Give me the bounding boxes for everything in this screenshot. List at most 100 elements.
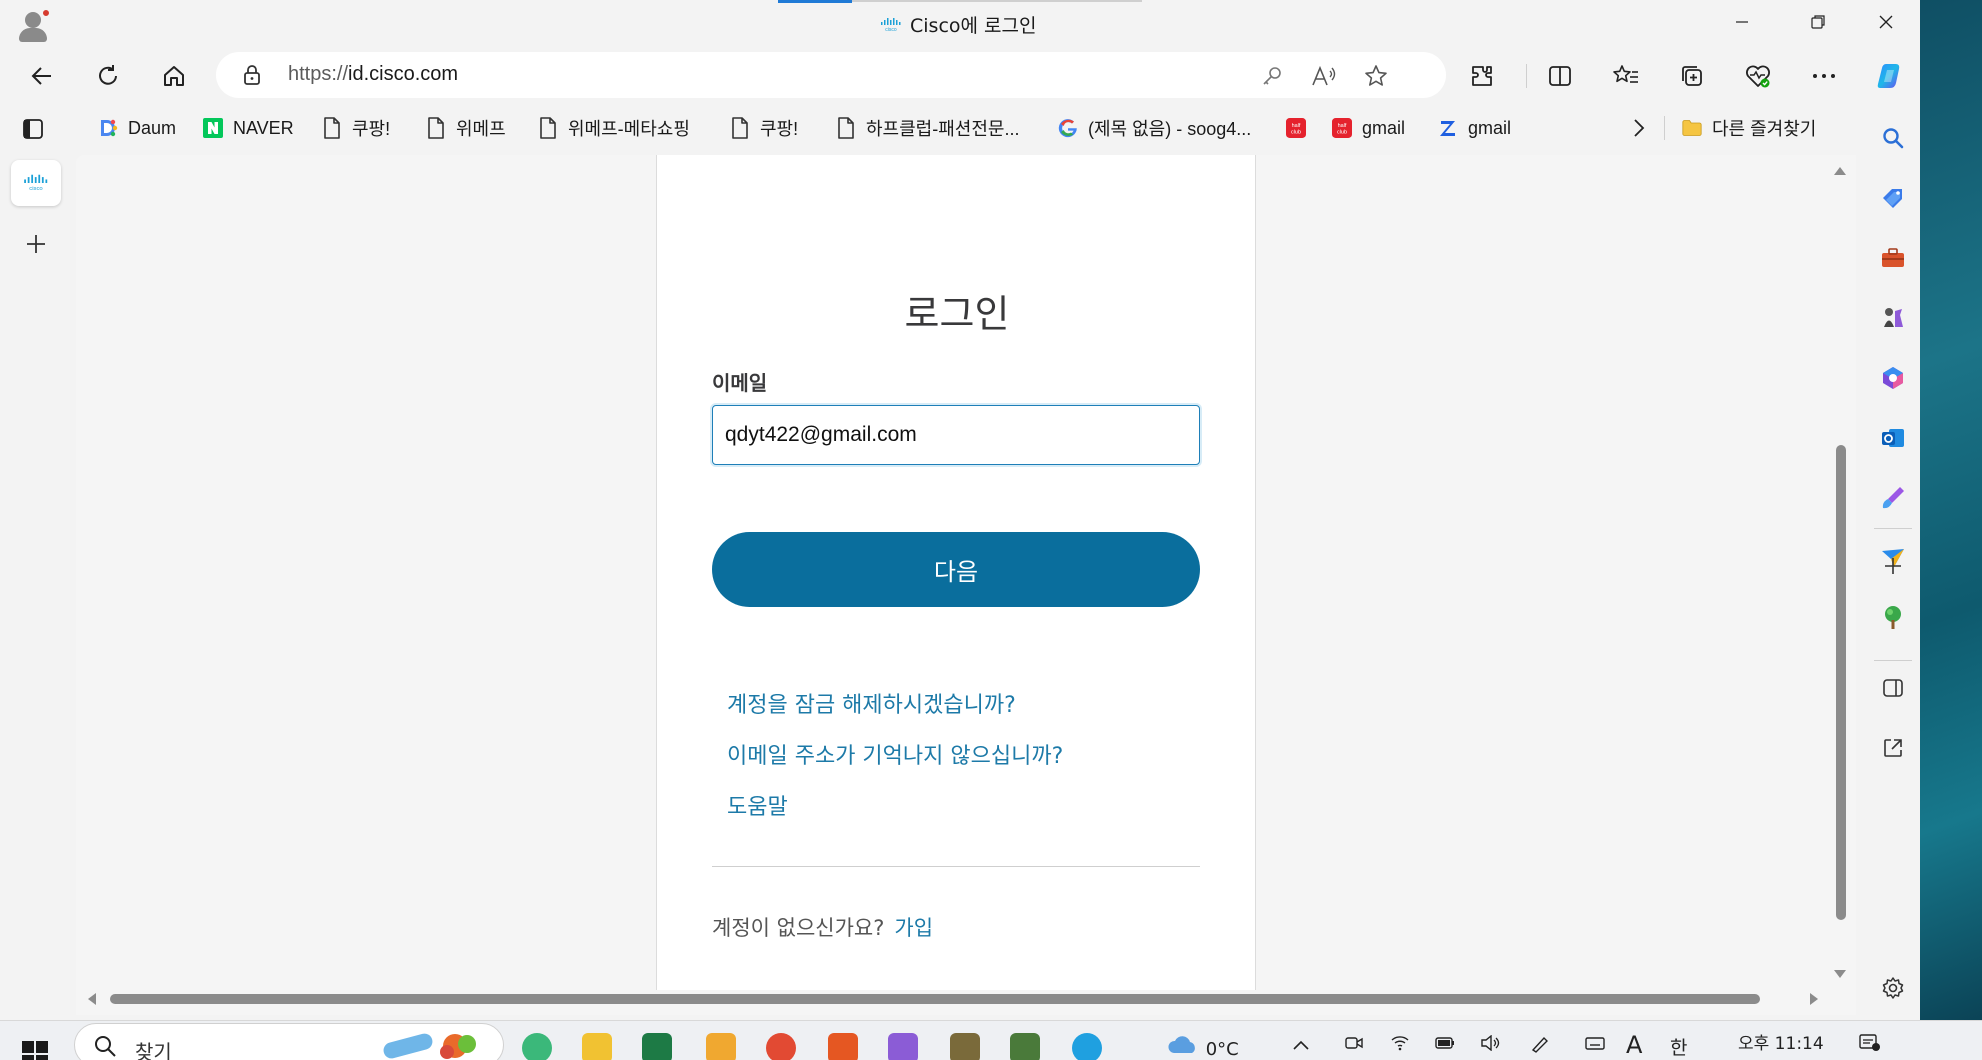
chevron-right-icon[interactable] <box>1632 118 1646 142</box>
volume-icon[interactable] <box>1480 1034 1502 1056</box>
favorite-item[interactable]: gmail <box>1438 114 1511 142</box>
more-icon[interactable] <box>1804 56 1844 96</box>
signup-row: 계정이 없으신가요? 가입 <box>712 912 933 942</box>
next-button[interactable]: 다음 <box>712 532 1200 607</box>
favorite-item[interactable]: Daum <box>98 114 176 142</box>
collections-icon[interactable] <box>1672 56 1712 96</box>
active-tab-indicator <box>778 0 852 3</box>
address-bar[interactable]: https://id.cisco.com <box>216 52 1446 98</box>
hide-sidebar-icon[interactable] <box>1877 672 1909 704</box>
favorite-item[interactable]: 쿠팡! <box>730 114 798 142</box>
key-icon[interactable] <box>1256 60 1288 92</box>
url-host: id.cisco.com <box>348 63 459 85</box>
pen-icon[interactable] <box>1530 1035 1550 1058</box>
designer-icon[interactable] <box>1877 482 1909 514</box>
lock-icon[interactable] <box>242 64 262 90</box>
file-explorer-icon[interactable] <box>582 1033 612 1060</box>
app-icon[interactable] <box>1010 1033 1040 1060</box>
new-tab-icon[interactable] <box>18 226 54 262</box>
favorite-item[interactable]: 쿠팡! <box>322 114 390 142</box>
forgot-email-link[interactable]: 이메일 주소가 기억나지 않으십니까? <box>727 738 1063 770</box>
split-screen-icon[interactable] <box>1540 56 1580 96</box>
add-sidebar-app-icon[interactable] <box>1877 550 1909 582</box>
scroll-down-arrow-icon[interactable] <box>1834 970 1846 978</box>
favorite-label: 하프클럽-패션전문... <box>866 119 1020 139</box>
favorite-label: (제목 없음) - soog4... <box>1088 119 1252 139</box>
favorite-item[interactable]: 위메프-메타쇼핑 <box>538 114 690 142</box>
clock-time[interactable]: 오후 11:14 <box>1738 1029 1824 1054</box>
profile-avatar-icon[interactable] <box>14 6 52 44</box>
app-icon[interactable] <box>950 1033 980 1060</box>
ime-mode[interactable]: A <box>1626 1031 1642 1059</box>
tab-cisco-login[interactable]: cisco <box>11 160 61 206</box>
tab-actions-icon[interactable] <box>22 118 44 144</box>
notifications-icon[interactable] <box>1858 1033 1880 1056</box>
home-icon[interactable] <box>154 56 194 96</box>
unlock-account-link[interactable]: 계정을 잠금 해제하시겠습니까? <box>727 687 1016 719</box>
battery-icon[interactable] <box>1434 1035 1456 1056</box>
favorites-icon[interactable] <box>1606 56 1646 96</box>
horizontal-scrollbar-thumb[interactable] <box>110 994 1760 1004</box>
restore-icon[interactable] <box>1798 8 1838 40</box>
tools-briefcase-icon[interactable] <box>1877 242 1909 274</box>
excel-icon[interactable] <box>642 1033 672 1060</box>
settings-gear-icon[interactable] <box>1877 972 1909 1004</box>
favorite-item[interactable]: 하프클럽-패션전문... <box>836 114 1019 142</box>
open-external-icon[interactable] <box>1877 732 1909 764</box>
minimize-icon[interactable] <box>1722 8 1762 40</box>
windows-start-icon[interactable] <box>22 1041 48 1060</box>
signup-link[interactable]: 가입 <box>894 916 933 940</box>
microsoft365-icon[interactable] <box>1877 362 1909 394</box>
svg-text:club: club <box>1291 129 1301 135</box>
search-icon[interactable] <box>1877 122 1909 154</box>
page-icon <box>538 117 558 139</box>
window-title: cisco Cisco에 로그인 <box>880 11 1036 38</box>
favorite-item[interactable]: half club gmail <box>1332 114 1405 142</box>
desktop-wallpaper <box>1920 0 1982 1020</box>
favorite-item[interactable]: half club <box>1286 114 1306 142</box>
copilot-icon[interactable] <box>1870 56 1910 96</box>
scroll-up-arrow-icon[interactable] <box>1834 167 1846 175</box>
ime-language[interactable]: 한 <box>1670 1033 1687 1060</box>
favorite-item[interactable]: 위메프 <box>426 114 506 142</box>
favorite-item[interactable]: (제목 없음) - soog4... <box>1058 114 1251 142</box>
extensions-icon[interactable] <box>1462 56 1502 96</box>
outlook-icon[interactable] <box>1877 422 1909 454</box>
chatgpt-app-icon[interactable] <box>522 1033 552 1060</box>
refresh-icon[interactable] <box>88 56 128 96</box>
weather-widget[interactable]: 0°C <box>1166 1035 1239 1060</box>
login-card: 로그인 이메일 다음 계정을 잠금 해제하시겠습니까? 이메일 주소가 기억나지… <box>656 155 1256 990</box>
back-icon[interactable] <box>22 56 62 96</box>
sidebar-separator <box>1874 660 1912 661</box>
vertical-scrollbar-thumb[interactable] <box>1836 445 1846 920</box>
login-title: 로그인 <box>904 292 1010 336</box>
shopping-tag-icon[interactable] <box>1877 182 1909 214</box>
scroll-left-arrow-icon[interactable] <box>88 993 96 1005</box>
taskbar-search[interactable]: 찾기 <box>74 1023 504 1060</box>
email-field[interactable] <box>712 405 1200 465</box>
visual-studio-icon[interactable] <box>888 1033 918 1060</box>
favorite-item[interactable]: NAVER <box>203 114 294 142</box>
z-icon <box>1438 118 1458 138</box>
wifi-icon[interactable] <box>1390 1035 1410 1056</box>
chevron-up-icon[interactable] <box>1292 1035 1310 1056</box>
meet-camera-icon[interactable] <box>1344 1035 1364 1056</box>
chrome-icon[interactable] <box>766 1033 796 1060</box>
favorite-star-icon[interactable] <box>1360 60 1392 92</box>
scroll-right-arrow-icon[interactable] <box>1810 993 1818 1005</box>
email-label: 이메일 <box>712 371 768 395</box>
url-text[interactable]: https://id.cisco.com <box>288 63 458 86</box>
close-icon[interactable] <box>1866 8 1906 40</box>
tree-icon[interactable] <box>1877 602 1909 634</box>
browser-essentials-icon[interactable] <box>1738 56 1778 96</box>
weather-temp: 0°C <box>1205 1039 1239 1060</box>
read-aloud-icon[interactable] <box>1308 60 1340 92</box>
keyboard-icon[interactable] <box>1584 1035 1606 1056</box>
app-icon[interactable] <box>706 1033 736 1060</box>
edge-browser-icon[interactable] <box>1072 1033 1102 1060</box>
other-favorites-folder[interactable]: 다른 즐겨찾기 <box>1682 114 1816 142</box>
help-link[interactable]: 도움말 <box>727 789 788 821</box>
ubuntu-icon[interactable] <box>828 1033 858 1060</box>
games-chess-icon[interactable] <box>1877 302 1909 334</box>
favorite-label: 위메프-메타쇼핑 <box>568 119 690 139</box>
